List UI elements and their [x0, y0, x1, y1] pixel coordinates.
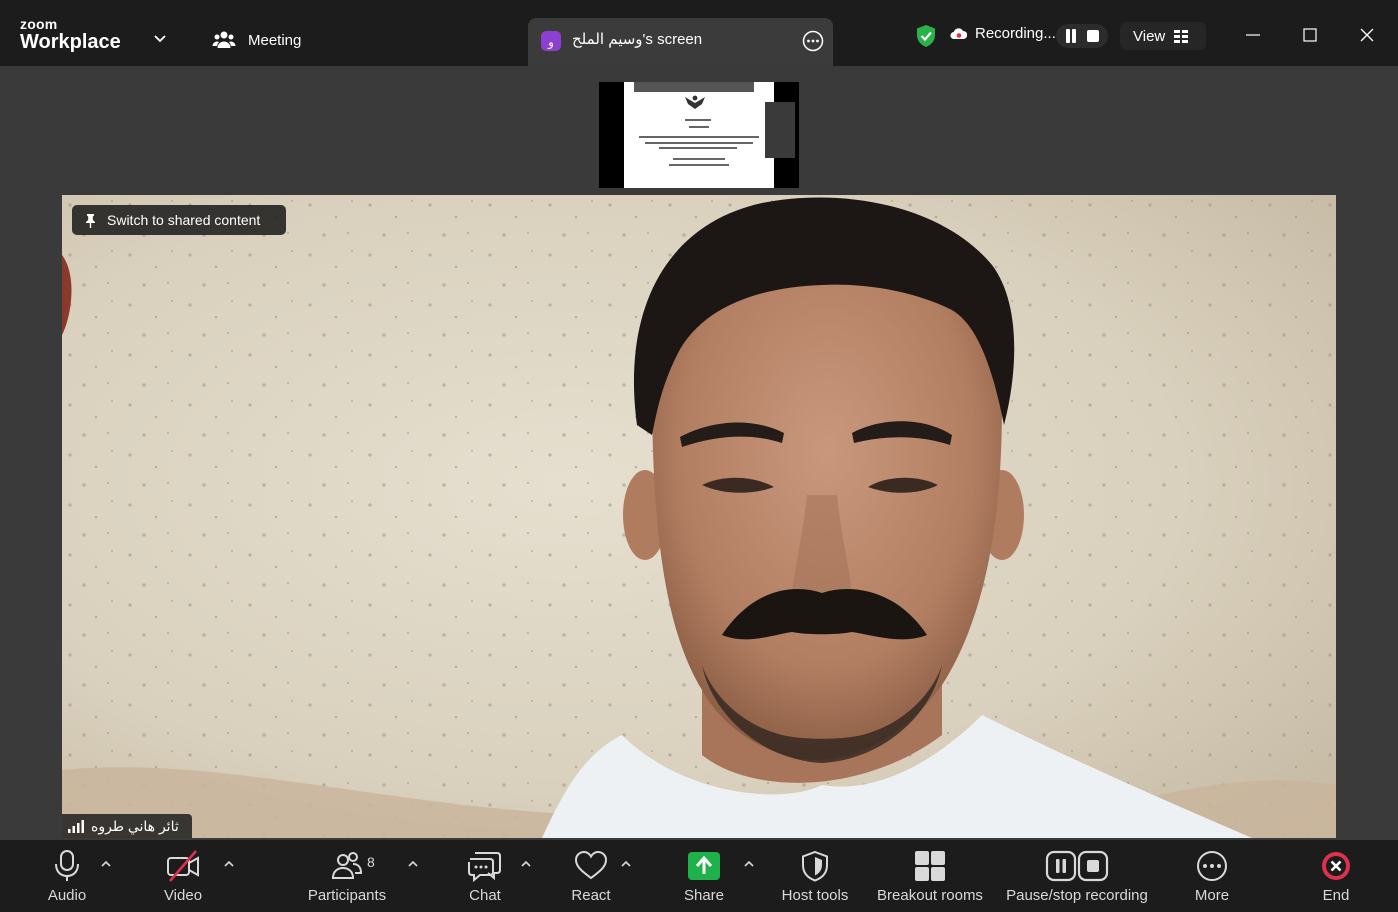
pause-stop-recording-label: Pause/stop recording — [1006, 887, 1148, 904]
breakout-rooms-label: Breakout rooms — [877, 887, 983, 904]
video-button[interactable]: Video — [156, 840, 210, 912]
grid-view-icon — [1174, 29, 1189, 43]
host-tools-shield-icon — [802, 850, 828, 882]
more-button[interactable]: More — [1190, 840, 1234, 912]
react-button[interactable]: React — [566, 840, 616, 912]
sharer-avatar: و — [541, 31, 561, 51]
people-icon — [212, 31, 236, 48]
meeting-label: Meeting — [248, 31, 302, 49]
host-tools-label: Host tools — [781, 887, 849, 904]
maximize-icon[interactable] — [1295, 22, 1325, 48]
chat-options-caret-icon[interactable] — [521, 860, 531, 867]
audio-button[interactable]: Audio — [40, 840, 94, 912]
document-line — [659, 147, 737, 149]
document-line — [689, 126, 709, 128]
end-meeting-icon — [1322, 852, 1350, 880]
share-label: Share — [683, 887, 725, 904]
participant-name: ثائر هاني طروه — [91, 817, 179, 834]
share-options-caret-icon[interactable] — [744, 860, 754, 867]
participants-count: 8 — [367, 854, 375, 870]
react-options-caret-icon[interactable] — [621, 860, 631, 867]
video-off-icon — [167, 850, 199, 882]
recording-controls — [1056, 24, 1108, 48]
chevron-down-icon[interactable] — [152, 30, 168, 46]
shared-screen-label: وسيم الملح's screen — [572, 31, 703, 48]
document-line — [639, 136, 759, 138]
share-button[interactable]: Share — [678, 840, 730, 912]
cloud-recording-icon — [950, 27, 967, 39]
document-line — [669, 164, 729, 166]
recording-label: Recording... — [975, 25, 1056, 42]
more-dots-icon — [1197, 851, 1227, 881]
minimize-icon[interactable] — [1238, 22, 1268, 48]
audio-label: Audio — [47, 887, 87, 904]
document-line — [645, 142, 753, 144]
view-label: View — [1133, 27, 1166, 45]
shared-screen-tab[interactable]: و وسيم الملح's screen — [528, 18, 833, 66]
view-button[interactable]: View — [1120, 22, 1206, 50]
video-options-caret-icon[interactable] — [224, 860, 234, 867]
shared-screen-thumbnail[interactable] — [599, 82, 799, 188]
zoom-workplace-logo: zoom Workplace — [20, 17, 121, 52]
signal-strength-icon — [68, 820, 84, 833]
logo-small-text: zoom — [20, 16, 58, 32]
participants-label: Participants — [307, 887, 387, 904]
participant-video[interactable] — [62, 195, 1336, 838]
participants-options-caret-icon[interactable] — [408, 860, 418, 867]
heart-icon — [574, 850, 608, 880]
close-icon[interactable] — [1352, 22, 1382, 48]
pause-recording-icon[interactable] — [1065, 29, 1077, 43]
host-tools-button[interactable]: Host tools — [776, 840, 854, 912]
pin-icon — [86, 213, 95, 228]
recording-status[interactable]: Recording... — [950, 25, 1056, 42]
pause-stop-recording-button[interactable]: Pause/stop recording — [1002, 840, 1152, 912]
breakout-rooms-button[interactable]: Breakout rooms — [874, 840, 986, 912]
switch-to-shared-content-button[interactable]: Switch to shared content — [72, 205, 286, 235]
chat-icon — [468, 852, 501, 882]
react-label: React — [571, 887, 611, 904]
more-options-icon[interactable] — [802, 30, 824, 52]
more-label: More — [1194, 887, 1230, 904]
end-label: End — [1322, 887, 1350, 904]
breakout-rooms-icon — [915, 851, 945, 881]
document-line — [673, 158, 725, 160]
meeting-toolbar: Audio Video 8 Participants Chat React Sh… — [0, 840, 1398, 912]
chat-label: Chat — [469, 887, 501, 904]
audio-options-caret-icon[interactable] — [101, 860, 111, 867]
thumbnail-side-panel — [765, 102, 795, 158]
document-header-bar — [634, 82, 754, 92]
chat-button[interactable]: Chat — [462, 840, 508, 912]
microphone-icon — [55, 850, 79, 881]
pin-label: Switch to shared content — [107, 212, 261, 228]
meeting-info-button[interactable]: Meeting — [212, 27, 301, 53]
end-meeting-button[interactable]: End — [1314, 840, 1358, 912]
title-bar: zoom Workplace Meeting و وسيم الملح's sc… — [0, 0, 1398, 66]
participants-button[interactable]: 8 Participants — [300, 840, 394, 912]
video-label: Video — [163, 887, 203, 904]
stop-recording-icon[interactable] — [1087, 30, 1099, 42]
pause-stop-recording-icon — [1045, 850, 1109, 882]
emblem-icon — [685, 95, 705, 109]
participants-icon — [331, 852, 363, 879]
logo-big-text: Workplace — [20, 31, 121, 53]
participant-name-tag: ثائر هاني طروه — [62, 814, 192, 838]
document-line — [685, 119, 711, 121]
share-screen-icon — [688, 852, 720, 880]
security-shield-icon[interactable] — [915, 24, 937, 48]
